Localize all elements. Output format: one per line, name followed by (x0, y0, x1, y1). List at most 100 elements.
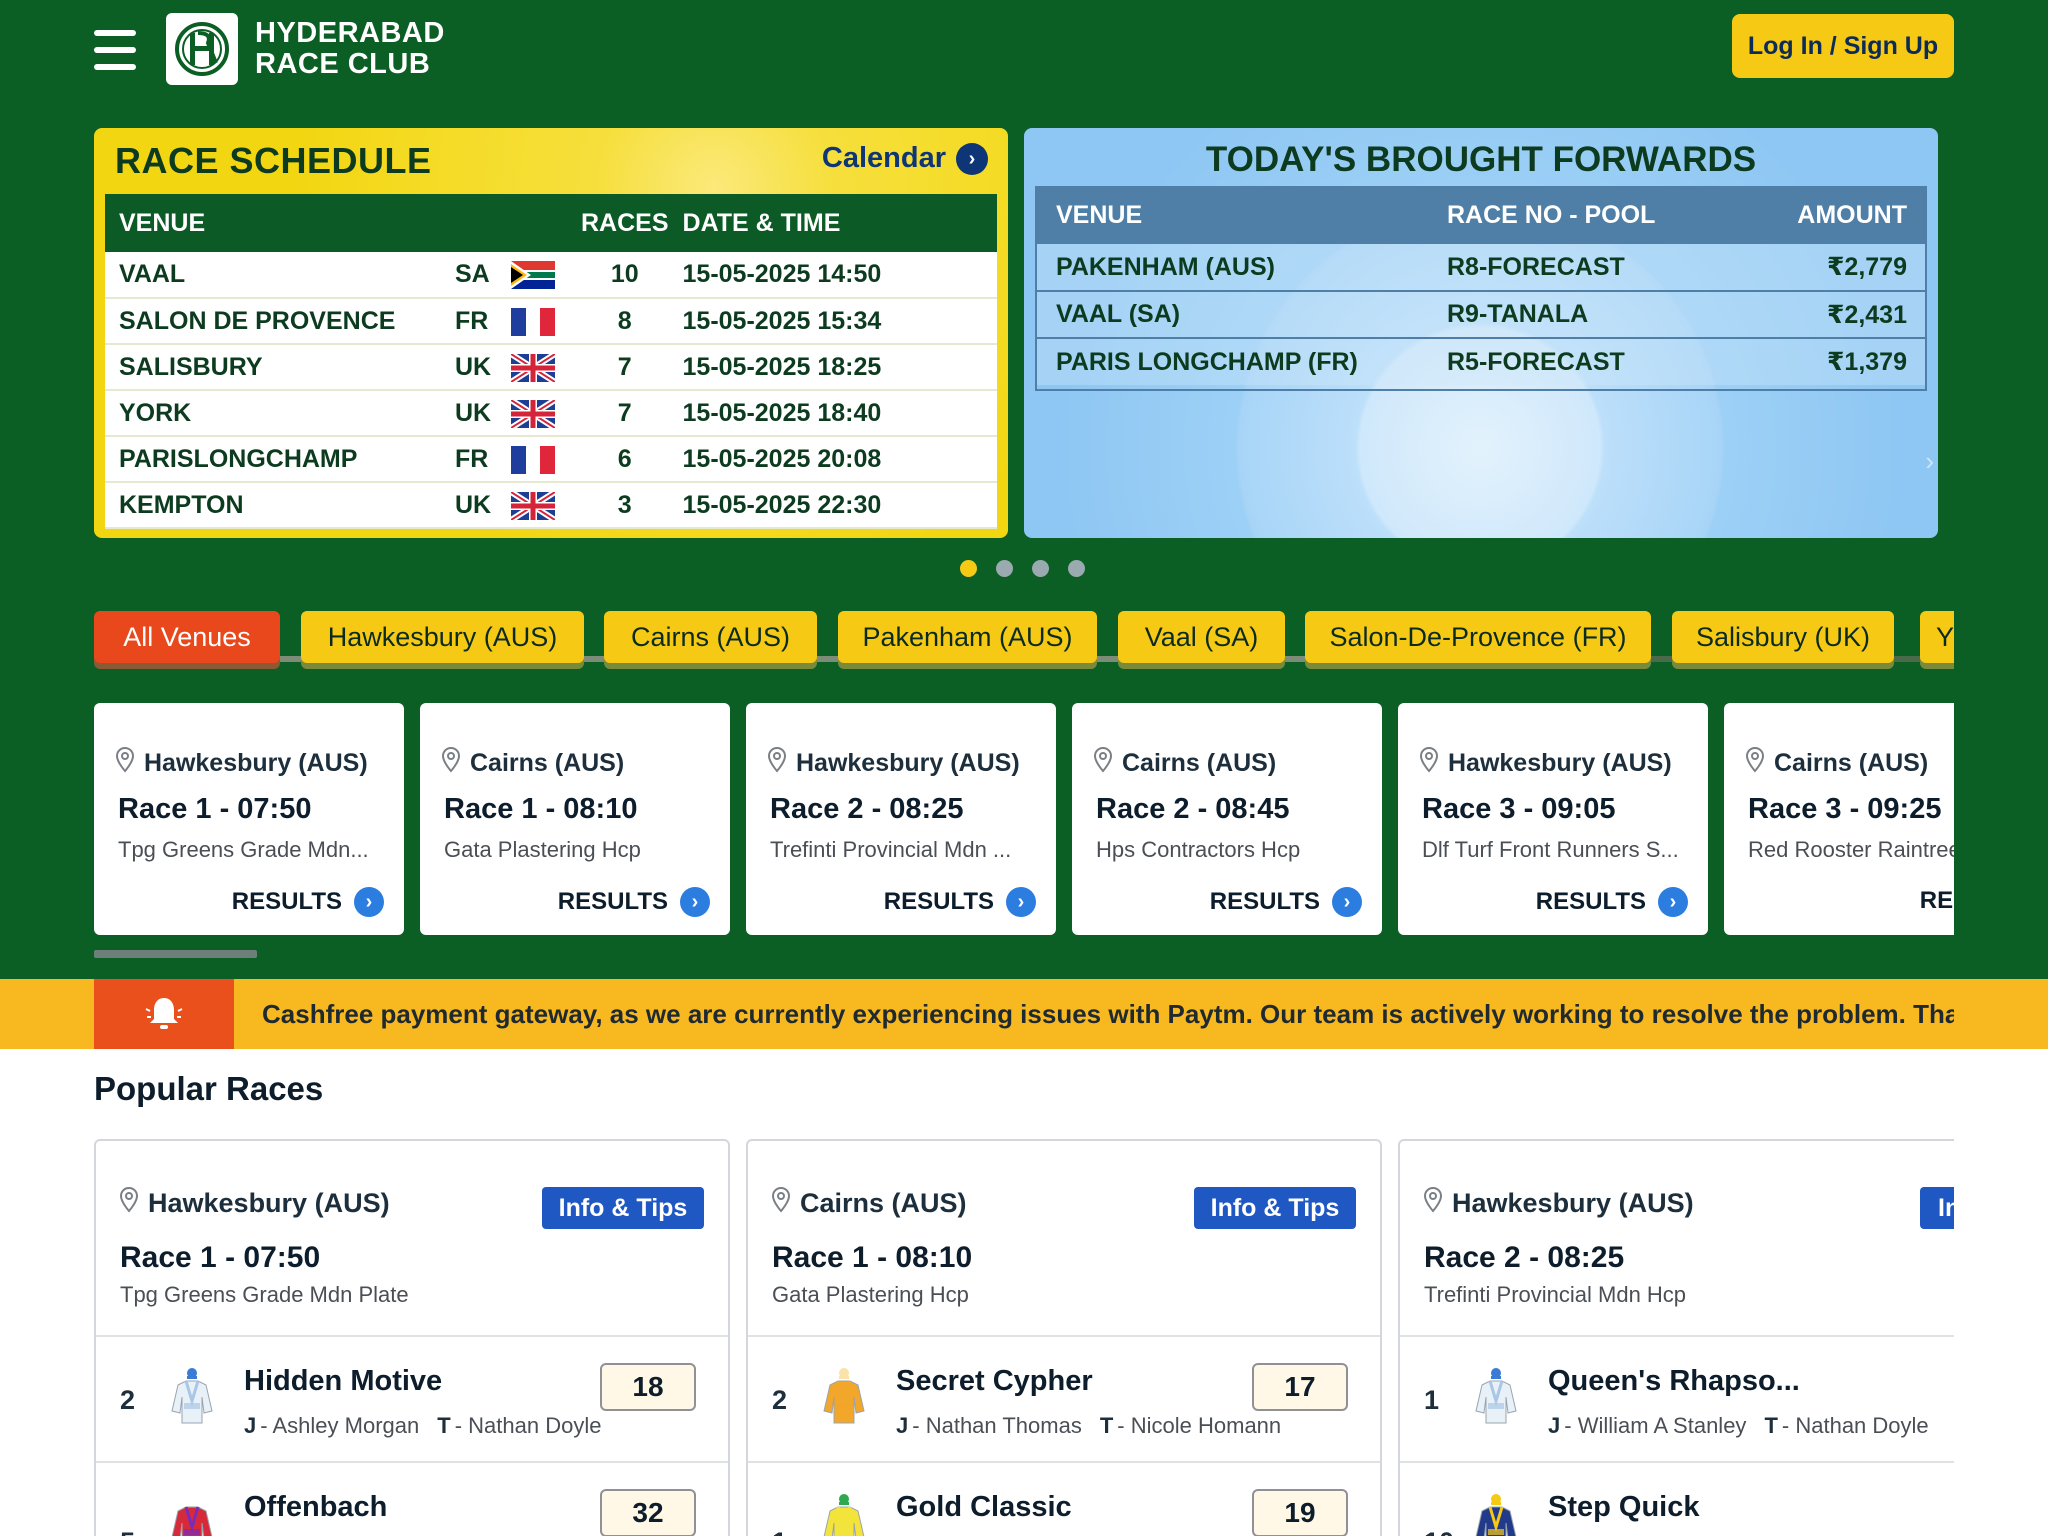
schedule-row[interactable]: SALISBURY UK 7 15-05-2025 18:25 (105, 344, 997, 391)
popular-venue-name: Hawkesbury (AUS) (148, 1188, 390, 1218)
runner-row[interactable]: 1 Gold Classic 19 (748, 1463, 1380, 1536)
venue-filter-pill[interactable]: Pakenham (AUS) (838, 611, 1097, 663)
race-result-card[interactable]: Cairns (AUS) Race 3 - 09:25 Red Rooster Ra… (1724, 703, 1954, 935)
odds-button[interactable]: 19 (1252, 1489, 1348, 1536)
club-logo-icon[interactable] (166, 13, 238, 85)
bf-amount: ₹1,379 (1747, 338, 1927, 385)
location-pin-icon (1420, 747, 1438, 780)
results-link[interactable]: RESULT (1920, 887, 1954, 915)
carousel-next-icon[interactable]: › (1925, 446, 1934, 477)
runner-row[interactable]: 2 Secret Cypher J - Nathan Thomas T - Nicole … (748, 1337, 1380, 1461)
popular-venue: Cairns (AUS) (772, 1187, 967, 1220)
result-race-time: Race 1 - 08:10 (444, 793, 638, 825)
runner-row[interactable]: 1 Queen's Rhapso... J - William A Stanley T -… (1400, 1337, 1954, 1461)
schedule-datetime: 15-05-2025 15:34 (668, 298, 997, 345)
carousel-dot[interactable] (996, 560, 1013, 577)
race-result-card[interactable]: Hawkesbury (AUS) Race 1 - 07:50 Tpg Greens… (94, 703, 404, 935)
bf-row: VAAL (SA) R9-TANALA ₹2,431 (1035, 291, 1927, 339)
venue-column-header: VENUE (105, 194, 455, 252)
venue-filter-pill[interactable]: Cairns (AUS) (604, 611, 817, 663)
result-venue: Cairns (AUS) (442, 747, 624, 780)
schedule-row[interactable]: YORK UK 7 15-05-2025 18:40 (105, 390, 997, 437)
schedule-country: FR (455, 436, 511, 483)
venue-filter-pill[interactable]: Salon-De-Provence (FR) (1305, 611, 1651, 663)
jockey-silk-icon (1474, 1493, 1518, 1536)
filter-all-venues[interactable]: All Venues (94, 611, 280, 663)
venue-filter-pill[interactable]: Salisbury (UK) (1672, 611, 1894, 663)
calendar-link[interactable]: Calendar › (822, 142, 988, 175)
runner-row[interactable]: 10Step Quick3 (1400, 1463, 1954, 1536)
horse-name[interactable]: Queen's Rhapso... (1548, 1365, 1800, 1398)
venue-filter-pill[interactable]: Vaal (SA) (1118, 611, 1285, 663)
venue-filter-pill[interactable]: Hawkesbury (AUS) (301, 611, 584, 663)
location-pin-icon (442, 747, 460, 780)
result-venue: Hawkesbury (AUS) (768, 747, 1020, 780)
bf-venue: PAKENHAM (AUS) (1035, 244, 1447, 292)
schedule-races: 7 (581, 390, 669, 437)
venue-filter-pill[interactable]: Y (1920, 611, 1954, 663)
schedule-datetime: 15-05-2025 14:50 (668, 252, 997, 299)
results-link[interactable]: RESULTS › (1536, 887, 1688, 917)
results-link[interactable]: RESULTS › (884, 887, 1036, 917)
info-tips-button[interactable]: Info & Tips (1194, 1187, 1356, 1229)
odds-button[interactable]: 32 (600, 1489, 696, 1536)
horse-name[interactable]: Offenbach (244, 1491, 387, 1524)
info-tips-button[interactable]: Info & Tips (542, 1187, 704, 1229)
race-result-card[interactable]: Hawkesbury (AUS) Race 3 - 09:05 Dlf Turf F… (1398, 703, 1708, 935)
bell-icon (145, 998, 183, 1029)
alert-banner: Cashfree payment gateway, as we are curr… (0, 979, 2048, 1049)
carousel-dot[interactable] (1068, 560, 1085, 577)
schedule-races: 7 (581, 344, 669, 391)
race-result-card[interactable]: Hawkesbury (AUS) Race 2 - 08:25 Trefinti P… (746, 703, 1056, 935)
horse-name[interactable]: Hidden Motive (244, 1365, 442, 1398)
odds-button[interactable]: 18 (600, 1363, 696, 1411)
result-race-name: Dlf Turf Front Runners S... (1422, 837, 1679, 862)
race-result-card[interactable]: Cairns (AUS) Race 1 - 08:10 Gata Plasterin… (420, 703, 730, 935)
odds-button[interactable]: 17 (1252, 1363, 1348, 1411)
france-flag-icon (511, 298, 581, 345)
result-venue-name: Hawkesbury (AUS) (1448, 749, 1672, 777)
schedule-row[interactable]: KEMPTON UK 3 15-05-2025 22:30 (105, 482, 997, 529)
carousel-dot[interactable] (960, 560, 977, 577)
result-venue: Hawkesbury (AUS) (116, 747, 368, 780)
location-pin-icon (116, 747, 134, 780)
carousel-dot[interactable] (1032, 560, 1049, 577)
race-result-card[interactable]: Cairns (AUS) Race 2 - 08:45 Hps Contractor… (1072, 703, 1382, 935)
result-venue-name: Hawkesbury (AUS) (796, 749, 1020, 777)
results-label: RESULTS (1535, 888, 1646, 915)
results-link[interactable]: RESULTS › (1210, 887, 1362, 917)
results-link[interactable]: RESULTS › (232, 887, 384, 917)
club-name-line1: HYDERABAD (255, 17, 445, 49)
horse-name[interactable]: Gold Classic (896, 1491, 1072, 1524)
result-venue-name: Cairns (AUS) (1774, 749, 1929, 777)
uk-flag-icon (511, 482, 581, 529)
schedule-row[interactable]: SALON DE PROVENCE FR 8 15-05-2025 15:34 (105, 298, 997, 345)
horse-name[interactable]: Step Quick (1548, 1491, 1700, 1524)
bf-venue: PARIS LONGCHAMP (FR) (1035, 338, 1447, 385)
runner-row[interactable]: 2 Hidden Motive J - Ashley Morgan T - Nathan … (96, 1337, 728, 1461)
horse-name[interactable]: Secret Cypher (896, 1365, 1093, 1398)
popular-race-card: Cairns (AUS) Info & Tips Race 1 - 08:10 Gat… (746, 1139, 1382, 1536)
schedule-country: UK (455, 390, 511, 437)
runner-row[interactable]: 5 Offenbach 32 (96, 1463, 728, 1536)
club-name[interactable]: HYDERABAD RACE CLUB (255, 18, 445, 80)
menu-icon[interactable] (94, 30, 136, 70)
popular-venue-name: Cairns (AUS) (800, 1188, 967, 1218)
results-link[interactable]: RESULTS › (558, 887, 710, 917)
info-tips-button[interactable]: Info & T (1920, 1187, 1954, 1229)
schedule-datetime: 15-05-2025 18:40 (668, 390, 997, 437)
chevron-right-icon: › (354, 887, 384, 917)
login-signup-button[interactable]: Log In / Sign Up (1732, 14, 1954, 78)
chevron-right-icon: › (680, 887, 710, 917)
results-scrollbar[interactable] (94, 950, 257, 958)
jockey-silk-icon (1474, 1367, 1518, 1425)
schedule-venue: VAAL (105, 252, 455, 299)
schedule-venue: PARISLONGCHAMP (105, 436, 455, 483)
location-pin-icon (1424, 1187, 1442, 1220)
schedule-row[interactable]: PARISLONGCHAMP FR 6 15-05-2025 20:08 (105, 436, 997, 483)
result-race-time: Race 1 - 07:50 (118, 793, 312, 825)
brought-forwards-card: TODAY'S BROUGHT FORWARDS VENUE RACE NO -… (1024, 128, 1938, 538)
calendar-label: Calendar (821, 142, 946, 174)
jockey-prefix: J (896, 1413, 909, 1438)
schedule-row[interactable]: VAAL SA 10 15-05-2025 14:50 (105, 252, 997, 299)
